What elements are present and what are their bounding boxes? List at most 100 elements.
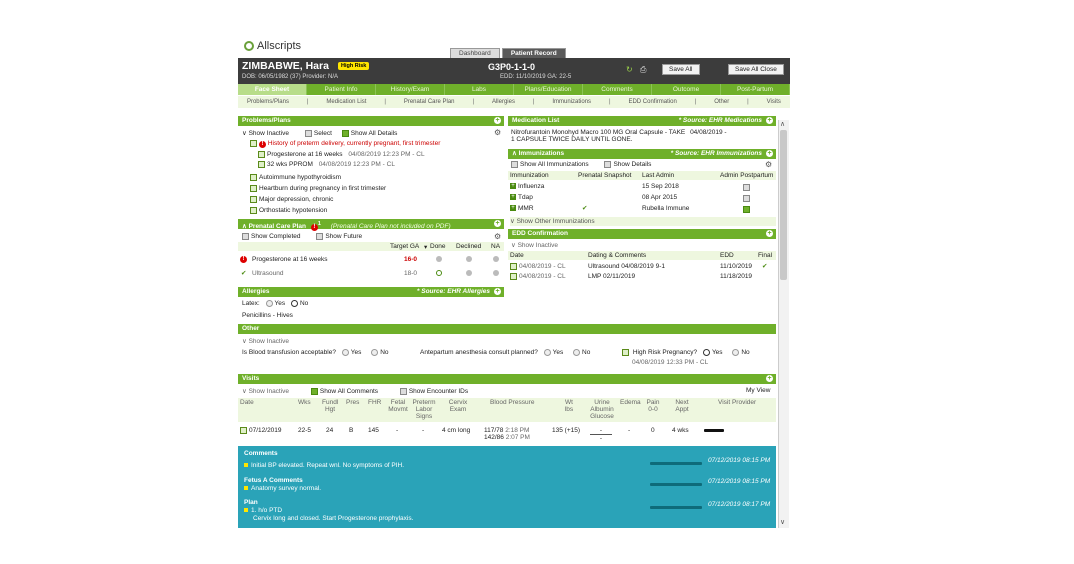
- q3-yes-radio[interactable]: [702, 349, 710, 356]
- sub1-date: 04/08/2019 12:23 PM - CL: [348, 151, 425, 159]
- declined-radio[interactable]: [466, 270, 472, 276]
- q2-yes-radio[interactable]: [543, 349, 551, 356]
- latex-no-radio[interactable]: [290, 300, 298, 307]
- add-problem-icon[interactable]: +: [494, 117, 501, 124]
- show-inactive-toggle[interactable]: Show Inactive: [249, 130, 289, 137]
- tab-comments[interactable]: Comments: [583, 84, 652, 95]
- other-show-inactive[interactable]: ∨ Show Inactive: [242, 337, 289, 345]
- medication-item[interactable]: Nitrofurantoin Monohyd Macro 100 MG Oral…: [511, 129, 775, 143]
- add-edd-icon[interactable]: +: [766, 230, 773, 237]
- q3-no-radio[interactable]: [732, 349, 740, 356]
- patient-dob-provider: DOB: 06/05/1982 (37) Provider: N/A: [242, 74, 339, 80]
- add-immunization-icon[interactable]: +: [766, 150, 773, 157]
- gear-icon[interactable]: ⚙: [494, 232, 501, 241]
- print-icon[interactable]: ⎙: [640, 65, 646, 75]
- tab-patient-record[interactable]: Patient Record: [501, 48, 566, 58]
- scroll-thumb[interactable]: [780, 130, 787, 280]
- tab-outcome[interactable]: Outcome: [652, 84, 721, 95]
- col-target-ga[interactable]: Target GA: [390, 243, 419, 250]
- gear-icon[interactable]: ⚙: [494, 128, 501, 137]
- tab-post-partum[interactable]: Post-Partum: [721, 84, 790, 95]
- meds-section-header: Medication List * Source: EHR Medication…: [508, 116, 776, 126]
- done-radio[interactable]: [436, 270, 442, 276]
- show-all-immunizations-checkbox[interactable]: [511, 161, 518, 168]
- problem-item[interactable]: Autoimmune hypothyroidism: [250, 174, 341, 181]
- show-encounter-ids-checkbox[interactable]: [399, 387, 407, 395]
- tab-labs[interactable]: Labs: [445, 84, 514, 95]
- plus-icon[interactable]: +: [510, 194, 516, 201]
- done-radio[interactable]: [436, 256, 442, 262]
- gear-icon[interactable]: ⚙: [765, 160, 772, 169]
- postpartum-checkbox[interactable]: [743, 195, 750, 202]
- add-allergy-icon[interactable]: +: [494, 288, 501, 295]
- visit-urine-glucose: -: [599, 435, 603, 442]
- problem-history[interactable]: ! History of preterm delivery, currently…: [250, 140, 504, 149]
- problem-item[interactable]: Major depression, chronic: [250, 196, 333, 203]
- vertical-scrollbar[interactable]: ∧ ∨: [778, 120, 789, 528]
- my-view-link[interactable]: My View: [746, 387, 770, 394]
- postpartum-checkbox[interactable]: [743, 184, 750, 191]
- q1-no-radio[interactable]: [371, 349, 379, 356]
- scroll-down-icon[interactable]: ∨: [780, 518, 785, 526]
- q1-yes-radio[interactable]: [341, 349, 349, 356]
- chevron-up-icon[interactable]: ∧: [512, 150, 517, 157]
- na-radio[interactable]: [493, 270, 499, 276]
- problem-sub2[interactable]: 32 wks PPROM 04/08/2019 12:23 PM - CL: [258, 161, 395, 168]
- edd-show-inactive[interactable]: ∨ Show Inactive: [511, 241, 558, 249]
- show-future-checkbox[interactable]: [316, 233, 324, 240]
- plus-icon[interactable]: +: [510, 183, 516, 190]
- care-plan-row[interactable]: ! Progesterone at 16 weeks 16-0: [238, 255, 504, 267]
- link-immunizations[interactable]: Immunizations: [552, 99, 591, 105]
- tab-face-sheet[interactable]: Face Sheet: [238, 84, 307, 95]
- link-edd-confirmation[interactable]: EDD Confirmation: [628, 99, 676, 105]
- care-plan-row[interactable]: ✔ Ultrasound 18-0: [238, 269, 504, 281]
- visit-row[interactable]: 07/12/2019 22-5 24 B 145 - - 4 cm long 1…: [238, 426, 776, 444]
- tab-history-exam[interactable]: History/Exam: [376, 84, 445, 95]
- add-medication-icon[interactable]: +: [766, 117, 773, 124]
- immunization-row[interactable]: + Influenza 15 Sep 2018: [510, 183, 776, 191]
- chevron-down-icon[interactable]: ∨: [242, 130, 247, 137]
- link-visits[interactable]: Visits: [767, 99, 781, 105]
- show-completed-checkbox[interactable]: [242, 233, 249, 240]
- link-allergies[interactable]: Allergies: [492, 99, 515, 105]
- collapse-icon[interactable]: [250, 140, 257, 147]
- link-medication-list[interactable]: Medication List: [326, 99, 366, 105]
- na-radio[interactable]: [493, 256, 499, 262]
- show-other-immunizations[interactable]: ∨ Show Other Immunizations: [510, 217, 776, 226]
- col-fundal-height: Fundl Hgt: [322, 399, 339, 413]
- declined-radio[interactable]: [466, 256, 472, 262]
- show-all-details-checkbox[interactable]: [341, 129, 349, 137]
- immunization-row[interactable]: + Tdap 08 Apr 2015: [510, 194, 776, 202]
- q2-no-radio[interactable]: [573, 349, 581, 356]
- edd-row[interactable]: 04/08/2019 - CL Ultrasound 04/08/2019 9-…: [510, 263, 776, 270]
- chevron-up-icon[interactable]: ∧: [242, 223, 247, 230]
- add-care-plan-icon[interactable]: +: [494, 220, 501, 227]
- tab-plans-education[interactable]: Plans/Education: [514, 84, 583, 95]
- immunization-row[interactable]: + MMR ✔ Rubella Immune: [510, 205, 776, 213]
- latex-yes-radio[interactable]: [265, 300, 273, 307]
- save-all-close-button[interactable]: Save All Close: [728, 64, 784, 75]
- link-other[interactable]: Other: [714, 99, 729, 105]
- problem-sub1[interactable]: Progesterone at 16 weeks 04/08/2019 12:2…: [258, 151, 425, 158]
- show-details-checkbox[interactable]: [604, 161, 612, 168]
- save-all-button[interactable]: Save All: [662, 64, 700, 75]
- link-prenatal-care-plan[interactable]: Prenatal Care Plan: [404, 99, 455, 105]
- allergy-item[interactable]: Penicillins - Hives: [242, 312, 293, 319]
- refresh-icon[interactable]: ↻: [626, 65, 633, 74]
- problem-item[interactable]: Orthostatic hypotension: [250, 207, 327, 214]
- edd-comment: LMP 02/11/2019: [588, 273, 636, 280]
- add-visit-icon[interactable]: +: [766, 375, 773, 382]
- tab-dashboard[interactable]: Dashboard: [450, 48, 500, 58]
- edd-row[interactable]: 04/08/2019 - CL LMP 02/11/2019 11/18/201…: [510, 273, 776, 280]
- link-problems-plans[interactable]: Problems/Plans: [247, 99, 289, 105]
- show-all-comments-checkbox[interactable]: [310, 387, 318, 395]
- tab-patient-info[interactable]: Patient Info: [307, 84, 376, 95]
- note-icon: [510, 273, 517, 280]
- postpartum-checkbox[interactable]: [743, 206, 750, 213]
- visits-show-inactive[interactable]: ∨ Show Inactive: [242, 388, 289, 395]
- plus-icon[interactable]: +: [510, 205, 516, 212]
- select-checkbox[interactable]: [304, 129, 312, 137]
- scroll-up-icon[interactable]: ∧: [780, 120, 785, 128]
- sub2-label: 32 wks PPROM: [267, 161, 313, 169]
- problem-item[interactable]: Heartburn during pregnancy in first trim…: [250, 185, 386, 192]
